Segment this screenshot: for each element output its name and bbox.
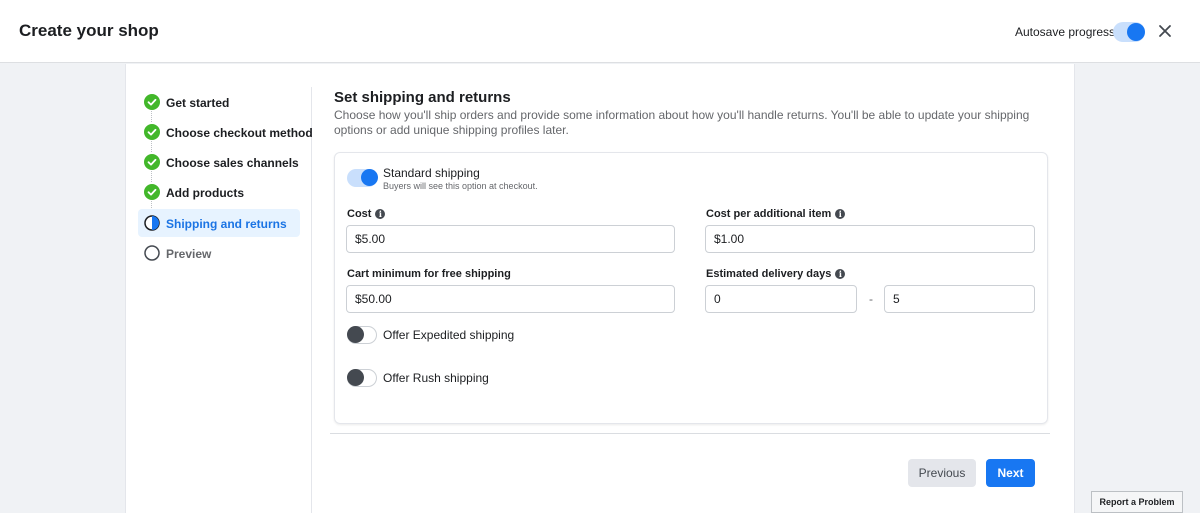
section-title: Set shipping and returns — [334, 89, 511, 106]
toggle-knob — [347, 369, 364, 386]
standard-shipping-label: Standard shipping — [383, 166, 480, 180]
toggle-knob — [347, 326, 364, 343]
standard-shipping-toggle[interactable] — [347, 169, 378, 187]
step-label: Shipping and returns — [166, 217, 287, 231]
delivery-days-max-input[interactable] — [884, 285, 1035, 313]
step-get-started[interactable]: Get started — [138, 88, 300, 116]
step-label: Choose checkout method — [166, 126, 313, 140]
delivery-days-min-input[interactable] — [705, 285, 857, 313]
expedited-shipping-label: Offer Expedited shipping — [383, 328, 515, 342]
delivery-days-label: Estimated delivery days i — [706, 268, 846, 280]
toggle-knob — [361, 169, 378, 186]
info-icon[interactable]: i — [835, 269, 846, 279]
autosave-toggle[interactable] — [1113, 22, 1145, 42]
step-label: Choose sales channels — [166, 156, 299, 170]
close-icon[interactable] — [1157, 23, 1173, 39]
info-icon[interactable]: i — [375, 209, 386, 219]
step-shipping-and-returns[interactable]: Shipping and returns — [138, 209, 300, 237]
autosave-label: Autosave progress — [1015, 25, 1116, 39]
rush-shipping-label: Offer Rush shipping — [383, 371, 489, 385]
expedited-shipping-toggle[interactable] — [347, 326, 377, 344]
rush-shipping-toggle[interactable] — [347, 369, 377, 387]
half-circle-icon — [144, 215, 160, 231]
step-choose-checkout-method[interactable]: Choose checkout method — [138, 118, 313, 146]
empty-circle-icon — [144, 245, 160, 261]
step-add-products[interactable]: Add products — [138, 178, 300, 206]
standard-shipping-sublabel: Buyers will see this option at checkout. — [383, 181, 538, 191]
cost-label-text: Cost — [347, 208, 372, 220]
cost-additional-label-text: Cost per additional item — [706, 208, 832, 220]
cost-additional-label: Cost per additional item i — [706, 208, 846, 220]
check-circle-icon — [144, 124, 160, 140]
toggle-knob — [1127, 23, 1145, 41]
check-circle-icon — [144, 184, 160, 200]
delivery-days-label-text: Estimated delivery days — [706, 268, 832, 280]
step-label: Get started — [166, 96, 230, 110]
report-problem-button[interactable]: Report a Problem — [1091, 491, 1183, 513]
section-description: Choose how you'll ship orders and provid… — [334, 108, 1030, 137]
check-circle-icon — [144, 154, 160, 170]
cart-minimum-input[interactable] — [346, 285, 675, 313]
cost-additional-input[interactable] — [705, 225, 1035, 253]
top-bar: Create your shop Autosave progress — [0, 0, 1200, 63]
range-separator: - — [869, 292, 873, 306]
cart-minimum-label: Cart minimum for free shipping — [347, 268, 511, 280]
page-title: Create your shop — [19, 21, 159, 40]
cost-label: Cost i — [347, 208, 386, 220]
check-circle-icon — [144, 94, 160, 110]
cost-input[interactable] — [346, 225, 675, 253]
step-choose-sales-channels[interactable]: Choose sales channels — [138, 148, 300, 176]
step-preview[interactable]: Preview — [138, 239, 300, 267]
previous-button[interactable]: Previous — [908, 459, 976, 487]
vertical-divider — [311, 87, 312, 513]
step-label: Add products — [166, 186, 244, 200]
info-icon[interactable]: i — [835, 209, 846, 219]
step-label: Preview — [166, 247, 212, 261]
footer-divider — [330, 433, 1050, 434]
next-button[interactable]: Next — [986, 459, 1035, 487]
